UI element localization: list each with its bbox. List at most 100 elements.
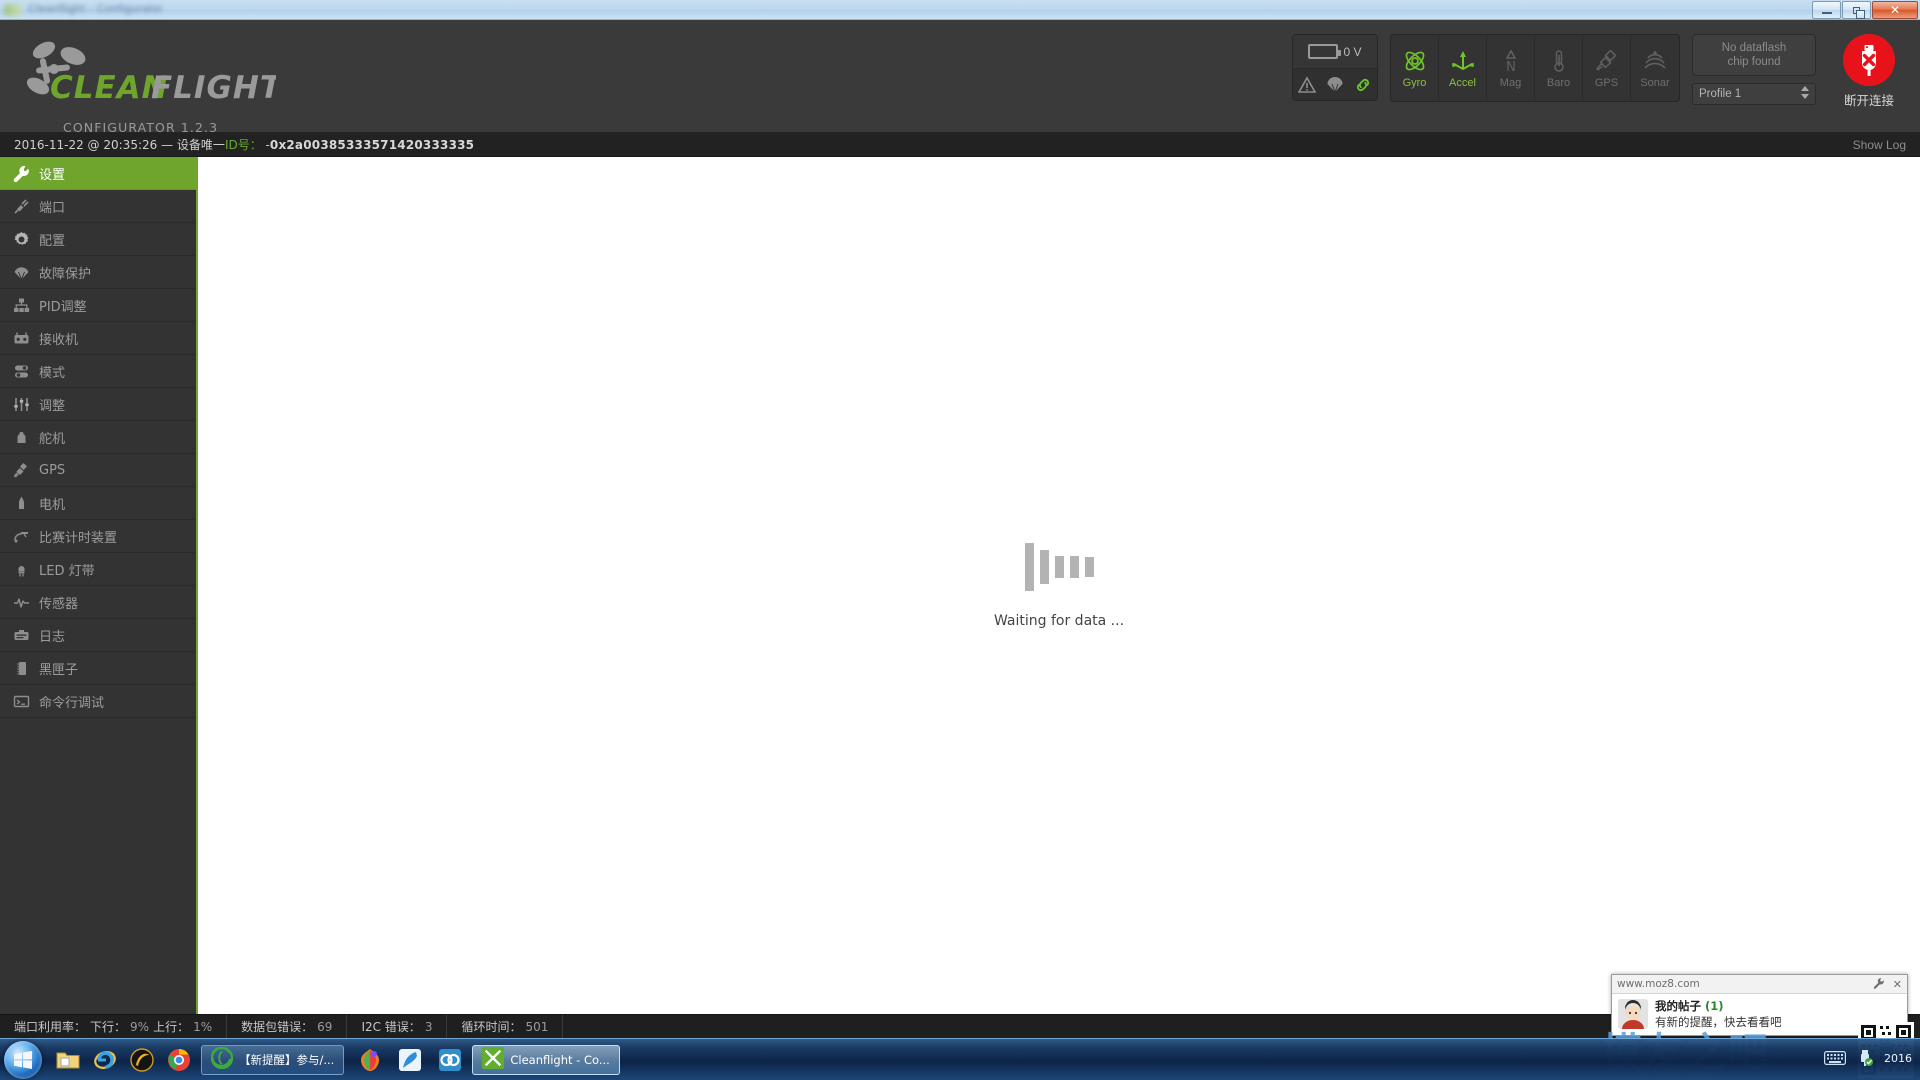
- explorer-folder-icon[interactable]: [54, 1046, 82, 1074]
- sidebar-item-setup[interactable]: 设置: [0, 157, 196, 190]
- sliders-icon: [12, 362, 30, 380]
- logbook-icon: [12, 626, 30, 644]
- dataflash-profile-group: No dataflash chip found Profile 1: [1692, 34, 1816, 105]
- spinner-arrows-icon[interactable]: [1801, 86, 1809, 99]
- foxmail-icon[interactable]: [396, 1046, 424, 1074]
- sidebar-item-gps[interactable]: GPS: [0, 454, 196, 487]
- sensor-accel: Accel: [1439, 35, 1487, 101]
- sidebar-item-label: 电机: [39, 497, 66, 513]
- kingsoft-icon[interactable]: [128, 1046, 156, 1074]
- status-infobar: 2016-11-22 @ 20:35:26 — 设备唯一ID号： -0x2a00…: [0, 133, 1920, 157]
- blackbox-icon: [12, 659, 30, 677]
- toast-actions: ✕: [1873, 977, 1902, 992]
- sidebar-item-label: 设置: [39, 167, 66, 183]
- packet-error-label: 数据包错误：: [241, 1020, 314, 1034]
- sidebar-item-blackbox[interactable]: 黑匣子: [0, 652, 196, 685]
- sidebar-item-failsafe[interactable]: 故障保护: [0, 256, 196, 289]
- sidebar-item-ports[interactable]: 端口: [0, 190, 196, 223]
- window-title: Cleanflight - Configurator: [28, 3, 164, 15]
- sidebar-item-label: LED 灯带: [39, 563, 95, 579]
- chrome-icon[interactable]: [165, 1046, 193, 1074]
- sidebar-item-modes[interactable]: 模式: [0, 355, 196, 388]
- link-icon: [1354, 76, 1372, 94]
- cleanflight-icon: [482, 1047, 505, 1072]
- sidebar-item-label: 调整: [39, 398, 66, 414]
- disconnect-label: 断开连接: [1843, 93, 1894, 108]
- cycle-time-stat: 循环时间： 501: [447, 1015, 564, 1038]
- sensor-sonar-label: Sonar: [1640, 76, 1670, 89]
- app-header: CLEAN FLIGHT CONFIGURATOR 1.2.3 0 V Gyro…: [0, 20, 1920, 135]
- profile-select-value: Profile 1: [1699, 88, 1742, 100]
- toast-message: 有新的提醒，快去看看吧: [1655, 1014, 1782, 1029]
- toast-header: www.moz8.com ✕: [1612, 975, 1907, 994]
- sidebar-item-led-strip[interactable]: LED 灯带: [0, 553, 196, 586]
- sidebar-nav: 设置 端口 配置 故障保护 PID调整 接收机 模式 调整 舵机 GPS 电机 …: [0, 157, 198, 1014]
- taskbar-task-cleanflight[interactable]: Cleanflight - Co...: [472, 1044, 620, 1075]
- toast-count: (1): [1705, 999, 1724, 1013]
- sidebar-item-label: 黑匣子: [39, 662, 79, 678]
- close-button[interactable]: ✕: [1872, 1, 1918, 19]
- maximize-button[interactable]: [1842, 1, 1871, 19]
- warning-icon: [1297, 75, 1317, 94]
- sidebar-item-motors[interactable]: 电机: [0, 487, 196, 520]
- sidebar-item-label: 命令行调试: [39, 695, 105, 711]
- sidebar-item-cli[interactable]: 命令行调试: [0, 685, 196, 718]
- plug-icon: [12, 197, 30, 215]
- sidebar-item-race-timer[interactable]: 比赛计时装置: [0, 520, 196, 553]
- sidebar-item-adjustments[interactable]: 调整: [0, 388, 196, 421]
- usb-disconnect-icon: [1862, 45, 1876, 76]
- infobar-device-id: 0x2a00385333571420333335: [269, 138, 475, 152]
- minimize-button[interactable]: [1812, 1, 1841, 19]
- taskbar-clock[interactable]: 2016: [1884, 1053, 1912, 1066]
- sensor-mag-label: Mag: [1499, 76, 1522, 89]
- dataflash-line1: No dataflash: [1721, 41, 1787, 54]
- port-utilization-stat: 端口利用率： 下行： 9% 上行： 1%: [0, 1015, 228, 1038]
- toast-text: 我的帖子 (1) 有新的提醒，快去看看吧: [1655, 999, 1782, 1030]
- infobar-timestamp: 2016-11-22 @ 20:35:26: [14, 138, 158, 152]
- equalizer-icon: [12, 395, 30, 413]
- maxthon-icon[interactable]: [356, 1046, 384, 1074]
- internet-explorer-icon[interactable]: [91, 1046, 119, 1074]
- port-up-label: 上行：: [153, 1020, 190, 1034]
- battery-voltage: 0 V: [1343, 44, 1362, 59]
- battery-voltage-row: 0 V: [1293, 35, 1377, 69]
- window-controls: ✕: [1811, 1, 1918, 19]
- sidebar-item-sensors[interactable]: 传感器: [0, 586, 196, 619]
- disconnect-button[interactable]: [1843, 34, 1895, 86]
- sensor-gyro: Gyro: [1391, 35, 1439, 101]
- sidebar-item-pid-tuning[interactable]: PID调整: [0, 289, 196, 322]
- racetimer-icon: [12, 527, 30, 545]
- drive-icon[interactable]: [436, 1046, 464, 1074]
- wrench-icon[interactable]: [1873, 977, 1885, 992]
- connect-group[interactable]: 断开连接: [1832, 34, 1906, 109]
- usb-safely-remove-icon[interactable]: [1856, 1049, 1874, 1070]
- packet-error-stat: 数据包错误： 69: [227, 1015, 348, 1038]
- sidebar-item-logging[interactable]: 日志: [0, 619, 196, 652]
- svg-text:FLIGHT: FLIGHT: [151, 70, 276, 106]
- sidebar-item-label: 模式: [39, 365, 66, 381]
- parachute-icon: [12, 263, 30, 281]
- windows-taskbar: 【新提醒】参与/... Cleanflight - Co... 2016: [0, 1038, 1920, 1080]
- window-app-icon: [4, 4, 22, 16]
- sidebar-item-configuration[interactable]: 配置: [0, 223, 196, 256]
- svg-text:N: N: [1506, 60, 1516, 74]
- show-log-button[interactable]: Show Log: [1853, 138, 1906, 152]
- dataflash-status: No dataflash chip found: [1692, 34, 1816, 76]
- taskbar-task-360browser[interactable]: 【新提醒】参与/...: [201, 1044, 345, 1075]
- windows-start-icon[interactable]: [4, 1040, 42, 1079]
- keyboard-icon[interactable]: [1824, 1051, 1846, 1068]
- profile-select[interactable]: Profile 1: [1692, 83, 1816, 105]
- pulse-icon: [12, 593, 30, 611]
- sensor-gyro-label: Gyro: [1402, 76, 1427, 89]
- close-icon[interactable]: ✕: [1893, 978, 1902, 991]
- window-titlebar[interactable]: Cleanflight - Configurator ✕: [0, 0, 1920, 20]
- port-down-label: 下行：: [90, 1020, 127, 1034]
- terminal-icon: [12, 692, 30, 710]
- sidebar-item-receiver[interactable]: 接收机: [0, 322, 196, 355]
- sensor-indicators: Gyro Accel N Mag Baro GPS Sonar: [1390, 34, 1680, 102]
- status-icons-row: [1293, 69, 1377, 100]
- sidebar-item-servos[interactable]: 舵机: [0, 421, 196, 454]
- i2c-error-label: I2C 错误：: [361, 1020, 421, 1034]
- waiting-state: Waiting for data ...: [994, 542, 1124, 629]
- sidebar-item-label: GPS: [39, 462, 66, 478]
